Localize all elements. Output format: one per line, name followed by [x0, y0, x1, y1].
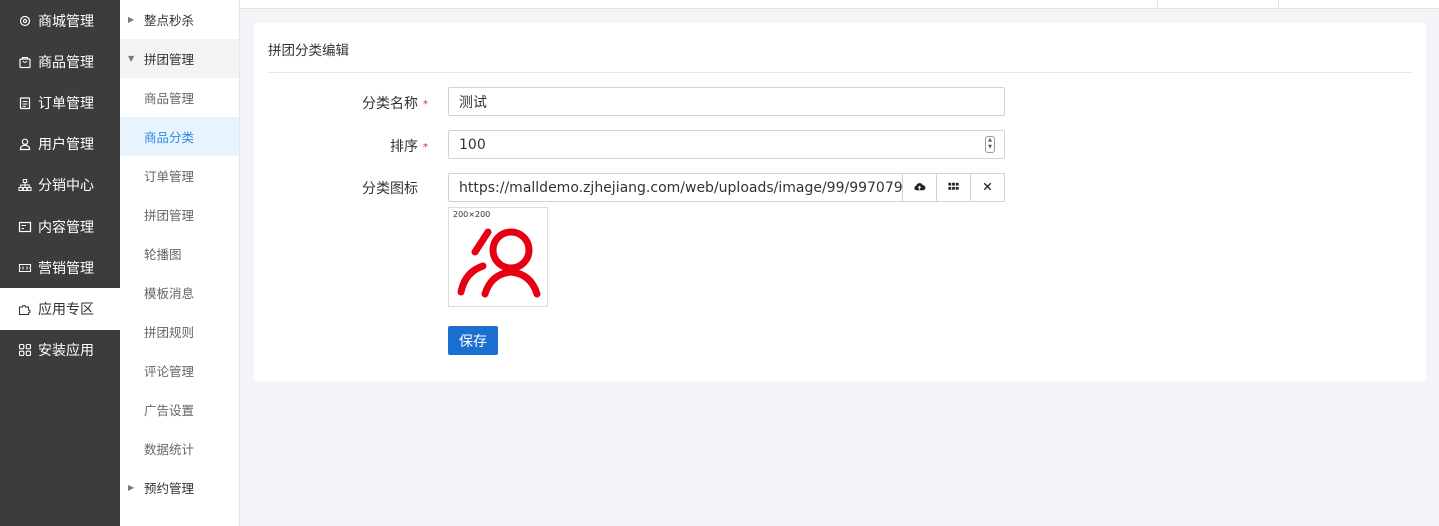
- content-icon: [18, 220, 32, 234]
- category-name-input[interactable]: 测试: [448, 87, 1005, 116]
- submenu-group-flash-sale[interactable]: ▶ 整点秒杀: [120, 0, 239, 39]
- sidebar-item-distribution[interactable]: 分销中心: [0, 165, 120, 206]
- sidebar-item-orders[interactable]: 订单管理: [0, 82, 120, 123]
- sort-label: 排序: [390, 139, 418, 155]
- icon-url-input[interactable]: https://malldemo.zjhejiang.com/web/uploa…: [448, 173, 903, 202]
- sidebar-item-label: 商城管理: [38, 13, 94, 30]
- submenu-label: 预约管理: [144, 481, 195, 496]
- icon-label: 分类图标: [362, 181, 418, 197]
- sidebar-item-label: 分销中心: [38, 178, 94, 195]
- sort-number-input[interactable]: 100 ▲ ▼: [448, 130, 1005, 159]
- sidebar-item-mall[interactable]: 商城管理: [0, 0, 120, 41]
- submenu-item-group-manage[interactable]: 拼团管理: [120, 195, 239, 234]
- upload-button[interactable]: [902, 174, 936, 201]
- sidebar-item-content[interactable]: 内容管理: [0, 206, 120, 247]
- caret-down-icon: ▼: [128, 54, 135, 63]
- submenu-group-group-buy[interactable]: ▼ 拼团管理: [120, 39, 239, 78]
- topbar-divider: [1157, 0, 1158, 9]
- ticket-icon: [18, 261, 32, 275]
- close-icon: [981, 180, 994, 196]
- submenu-label: 订单管理: [144, 169, 195, 184]
- clear-button[interactable]: [970, 174, 1004, 201]
- grid-icon: [18, 343, 32, 357]
- submenu-label: 轮播图: [144, 247, 182, 262]
- user-icon: [18, 137, 32, 151]
- choose-from-library-button[interactable]: [936, 174, 970, 201]
- sidebar-item-marketing[interactable]: 营销管理: [0, 247, 120, 288]
- sidebar-item-label: 商品管理: [38, 54, 94, 71]
- sidebar-item-label: 营销管理: [38, 260, 94, 277]
- submenu-label: 广告设置: [144, 403, 195, 418]
- main-sidebar: 商城管理 商品管理 订单管理 用户管理 分销中心 内容管理 营销管理 应用专区 …: [0, 0, 120, 526]
- icon-preview: 200×200: [448, 207, 548, 307]
- icon-actions: [902, 173, 1005, 202]
- required-mark: *: [423, 98, 428, 110]
- save-button[interactable]: 保存: [448, 326, 498, 355]
- name-label-row: 分类名称 *: [268, 93, 428, 113]
- sidebar-item-goods[interactable]: 商品管理: [0, 41, 120, 82]
- sidebar-item-label: 内容管理: [38, 219, 94, 236]
- caret-right-icon: ▶: [128, 15, 135, 24]
- sidebar-item-label: 订单管理: [38, 95, 94, 112]
- submenu-label: 拼团规则: [144, 325, 195, 340]
- submenu-label: 整点秒杀: [144, 13, 195, 28]
- number-spinner-icon[interactable]: ▲ ▼: [985, 136, 995, 153]
- secondary-menu: ▶ 整点秒杀 ▼ 拼团管理 商品管理 商品分类 订单管理 拼团管理 轮播图 模板…: [120, 0, 240, 526]
- cloud-upload-icon: [913, 180, 926, 196]
- submenu-label: 商品分类: [144, 130, 195, 145]
- submenu-label: 拼团管理: [144, 52, 195, 67]
- sidebar-item-users[interactable]: 用户管理: [0, 124, 120, 165]
- sort-value: 100: [459, 136, 486, 153]
- sidebar-item-label: 用户管理: [38, 137, 94, 154]
- category-name-value: 测试: [459, 94, 487, 111]
- puzzle-icon: [18, 302, 32, 316]
- submenu-label: 模板消息: [144, 286, 195, 301]
- submenu-item-goods[interactable]: 商品管理: [120, 78, 239, 117]
- divider: [268, 72, 1412, 73]
- sidebar-item-label: 应用专区: [38, 301, 94, 318]
- name-label: 分类名称: [362, 96, 418, 112]
- sort-label-row: 排序 *: [268, 136, 428, 156]
- sidebar-item-label: 安装应用: [38, 343, 94, 360]
- network-icon: [18, 178, 32, 192]
- group-users-icon: [457, 228, 541, 298]
- topbar-divider: [1278, 0, 1279, 9]
- icon-url-value: https://malldemo.zjhejiang.com/web/uploa…: [459, 179, 903, 196]
- thumb-size-label: 200×200: [453, 210, 491, 219]
- submenu-item-carousel[interactable]: 轮播图: [120, 234, 239, 273]
- submenu-item-goods-category[interactable]: 商品分类: [120, 117, 239, 156]
- bag-icon: [18, 55, 32, 69]
- edit-panel: 拼团分类编辑 分类名称 * 测试 排序 * 100 ▲ ▼ 分类图标 https://…: [254, 23, 1426, 381]
- sidebar-item-apps[interactable]: 应用专区: [0, 288, 120, 330]
- clipboard-icon: [18, 96, 32, 110]
- submenu-label: 评论管理: [144, 364, 195, 379]
- submenu-item-comments[interactable]: 评论管理: [120, 351, 239, 390]
- sidebar-item-install[interactable]: 安装应用: [0, 330, 120, 371]
- submenu-label: 商品管理: [144, 91, 195, 106]
- submenu-label: 拼团管理: [144, 208, 195, 223]
- caret-right-icon: ▶: [128, 483, 135, 492]
- grid-icon: [947, 180, 960, 196]
- submenu-item-ads[interactable]: 广告设置: [120, 390, 239, 429]
- page-title: 拼团分类编辑: [268, 43, 349, 59]
- submenu-item-stats[interactable]: 数据统计: [120, 429, 239, 468]
- required-mark: *: [423, 141, 428, 153]
- submenu-item-template-msg[interactable]: 模板消息: [120, 273, 239, 312]
- gear-icon: [18, 14, 32, 28]
- top-bar: [240, 0, 1439, 9]
- icon-label-row: 分类图标: [258, 178, 418, 198]
- submenu-label: 数据统计: [144, 442, 195, 457]
- submenu-item-rules[interactable]: 拼团规则: [120, 312, 239, 351]
- submenu-group-booking[interactable]: ▶ 预约管理: [120, 468, 239, 507]
- submenu-item-orders[interactable]: 订单管理: [120, 156, 239, 195]
